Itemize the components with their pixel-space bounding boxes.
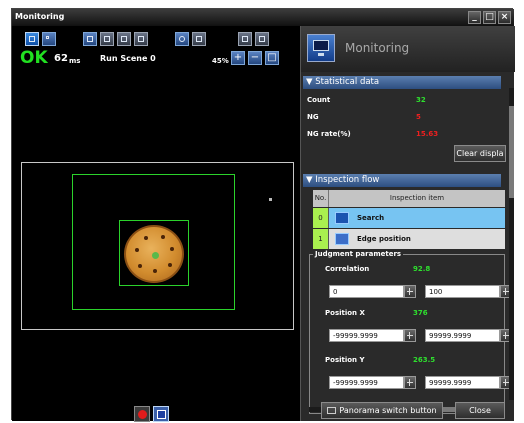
processing-time-value: 62 [54,53,68,64]
ng-value: 5 [416,113,421,121]
ng-label: NG [307,113,319,121]
camera-icon[interactable] [175,32,189,46]
correlation-value: 92.8 [413,265,431,273]
zoom-window-icon[interactable] [255,32,269,46]
detected-position-marker [152,252,159,259]
judgment-parameters-title: Judgment parameters [313,250,404,258]
inspection-flow-title: Inspection flow [315,175,380,185]
processing-time-unit: ms [69,57,81,65]
image-marker [269,198,272,201]
zoom-in-icon[interactable]: + [231,51,245,65]
panorama-switch-label: Panorama switch button [339,406,437,415]
panel-title: Monitoring [345,41,410,55]
panorama-icon [327,407,337,414]
flow-table-header: No. Inspection item [313,190,505,207]
stop-icon[interactable] [153,406,169,422]
close-icon[interactable]: × [498,11,511,24]
minimize-icon[interactable]: _ [468,11,481,24]
vertical-scrollbar[interactable] [509,88,514,400]
image-display-pane: OK 62 ms Run Scene 0 45% + − □ [12,26,300,422]
scene-label: Run Scene 0 [100,54,156,63]
position-x-label: Position X [325,309,365,317]
multi-view-icon[interactable] [42,32,56,46]
flow-row-no: 1 [313,229,329,249]
edge-position-icon [335,233,349,245]
position-y-min-field[interactable]: -99999.9999 [329,376,404,389]
maximize-icon[interactable]: □ [483,11,496,24]
ng-rate-label: NG rate(%) [307,130,351,138]
position-x-value: 376 [413,309,428,317]
window-title: Monitoring [15,12,65,21]
flow-row-no: 0 [313,208,329,228]
close-button[interactable]: Close [455,402,505,419]
correlation-min-field[interactable]: 0 [329,285,404,298]
inspected-object [124,225,184,283]
position-y-value: 263.5 [413,356,436,364]
correlation-max-field[interactable]: 100 [425,285,500,298]
zoom-level: 45% [212,57,229,65]
monitor-icon [307,34,335,62]
flow-row-label: Edge position [357,235,411,243]
clear-display-button[interactable]: Clear displa [454,145,506,162]
monitoring-panel: Monitoring ▼ Statistical data Count 32 N… [300,26,515,421]
statistical-data-title: Statistical data [315,77,380,87]
ng-rate-value: 15.63 [416,130,439,138]
zoom-out-icon[interactable]: − [248,51,262,65]
single-view-icon[interactable] [25,32,39,46]
position-y-min-spinner[interactable] [404,376,416,389]
col-no: No. [313,190,329,207]
title-bar: Monitoring _ □ × [12,9,514,26]
grid-icon[interactable] [238,32,252,46]
col-inspection-item: Inspection item [389,194,445,202]
inspection-flow-header[interactable]: ▼ Inspection flow [303,174,501,187]
position-x-max-field[interactable]: 99999.9999 [425,329,500,342]
position-x-min-field[interactable]: -99999.9999 [329,329,404,342]
monitoring-window: Monitoring _ □ × OK 62 ms Run Scene 0 45… [11,8,515,422]
count-label: Count [307,96,331,104]
panorama-switch-button[interactable]: Panorama switch button [321,402,443,419]
position-x-min-spinner[interactable] [404,329,416,342]
judgment-result: OK [20,48,48,68]
correlation-min-spinner[interactable] [404,285,416,298]
statistical-data-header[interactable]: ▼ Statistical data [303,76,501,89]
image-icon[interactable] [192,32,206,46]
fit-icon[interactable]: □ [265,51,279,65]
layout-3-icon[interactable] [117,32,131,46]
layout-4-icon[interactable] [134,32,148,46]
correlation-label: Correlation [325,265,370,273]
flow-row[interactable]: 1 Edge position [313,229,505,249]
flow-row[interactable]: 0 Search [313,208,505,228]
layout-1-icon[interactable] [83,32,97,46]
search-icon [335,212,349,224]
record-icon[interactable] [134,406,150,422]
layout-2-icon[interactable] [100,32,114,46]
flow-row-label: Search [357,214,385,222]
panel-header: Monitoring [301,26,515,72]
position-y-label: Position Y [325,356,365,364]
count-value: 32 [416,96,426,104]
position-y-max-field[interactable]: 99999.9999 [425,376,500,389]
